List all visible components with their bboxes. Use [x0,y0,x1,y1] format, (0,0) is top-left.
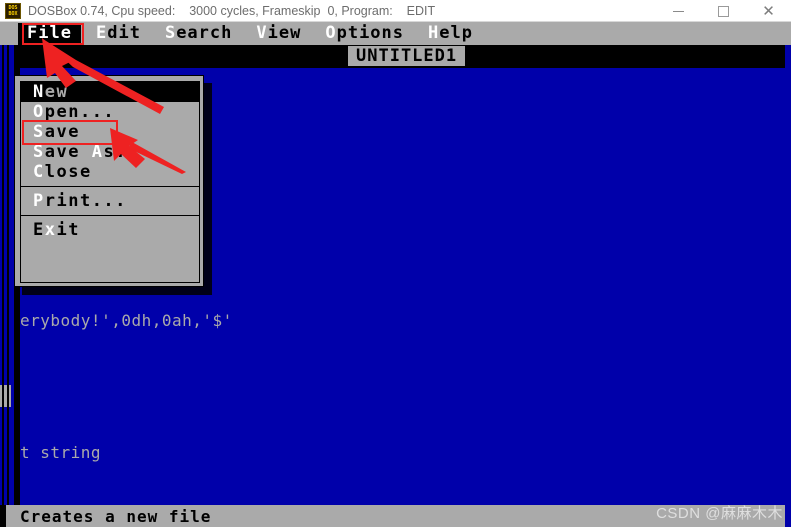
menu-item-edit-rest: dit [107,22,141,43]
menu-item-options-hotkey: O [325,22,337,43]
menu-option-save-hotkey: S [33,122,45,142]
editor-vertical-scrollbar[interactable] [0,45,14,527]
menu-item-search-rest: earch [176,22,233,43]
dos-menubar: File Edit Search View Options Help [0,22,791,45]
scrollbar-track-line-right [7,45,9,527]
window-titlebar: DOS BOX DOSBox 0.74, Cpu speed: 3000 cyc… [0,0,791,22]
menu-item-file-rest: ile [38,22,72,43]
menu-option-close-hotkey: C [33,162,45,182]
menu-item-view[interactable]: View [247,23,310,45]
menu-option-open-hotkey: O [33,102,45,122]
window-title: DOSBox 0.74, Cpu speed: 3000 cycles, Fra… [28,3,436,18]
file-dropdown-menu[interactable]: New Open... Save Save As.. Close Print..… [14,75,204,287]
menu-option-open-rest: pen... [44,102,116,122]
menu-separator-2 [21,215,199,216]
maximize-icon [718,5,729,17]
menu-option-new-rest: ew [44,82,69,102]
csdn-watermark: CSDN @麻麻木木 [656,505,783,522]
dos-screen: File Edit Search View Options Help UNTIT… [0,22,791,527]
editor-document-title: UNTITLED1 [348,46,466,66]
menu-option-print-rest: rint... [44,191,127,211]
menu-option-exit[interactable]: Exit [21,220,199,240]
menu-item-search-hotkey: S [164,22,177,43]
menu-item-edit-hotkey: E [95,22,108,43]
menu-option-save[interactable]: Save [21,122,199,142]
menu-option-save-as[interactable]: Save As.. [21,142,199,162]
statusbar-text: Creates a new file [20,506,212,526]
menu-option-exit-hotkey: x [44,220,57,240]
scrollbar-thumb[interactable] [0,385,11,407]
minimize-button[interactable] [656,0,701,22]
menu-item-file-hotkey: F [27,22,39,43]
close-button[interactable]: ✕ [746,0,791,22]
menu-option-save-as-hotkey: S [33,142,45,162]
scrollbar-track-line-left [2,45,4,527]
menu-option-close-rest: lose [44,162,92,182]
menu-item-options[interactable]: Options [316,23,413,45]
menu-item-options-rest: ptions [336,22,405,43]
close-icon: ✕ [762,2,775,20]
menu-option-save-rest: ave [44,122,80,142]
menu-option-new-hotkey: N [33,82,45,102]
code-line: erybody!',0dh,0ah,'$' [20,311,233,330]
menu-option-exit-pre: E [33,220,45,240]
menu-item-edit[interactable]: Edit [87,23,150,45]
dosbox-icon: DOS BOX [5,2,21,19]
scrollbar-thumb-notch-right [7,385,9,407]
window-controls: ✕ [656,0,791,22]
menu-item-help[interactable]: Help [419,23,482,45]
menu-item-help-rest: elp [439,22,473,43]
menu-item-view-rest: iew [267,22,302,43]
menu-option-new[interactable]: New [21,82,199,102]
file-dropdown-inner: New Open... Save Save As.. Close Print..… [20,81,200,283]
menu-option-save-as-rest: ave [44,142,92,162]
maximize-button[interactable] [701,0,746,22]
dosbox-icon-line2: BOX [8,10,18,17]
menu-option-print[interactable]: Print... [21,191,199,211]
minimize-icon [673,10,684,12]
menu-option-exit-rest: it [56,220,80,240]
scrollbar-thumb-notch-left [2,385,4,407]
menu-option-save-as-rest2: s.. [103,142,139,162]
menu-separator-1 [21,186,199,187]
menu-option-close[interactable]: Close [21,162,199,182]
menu-option-save-as-hotkey2: A [91,142,104,162]
menu-item-help-hotkey: H [428,22,440,43]
code-line: t string [20,443,102,462]
menu-item-file[interactable]: File [18,22,81,45]
menu-option-open[interactable]: Open... [21,102,199,122]
menu-item-search[interactable]: Search [156,23,241,45]
dosbox-window: DOS BOX DOSBox 0.74, Cpu speed: 3000 cyc… [0,0,791,527]
menu-option-print-hotkey: P [33,191,45,211]
menu-item-view-hotkey: V [256,22,268,43]
